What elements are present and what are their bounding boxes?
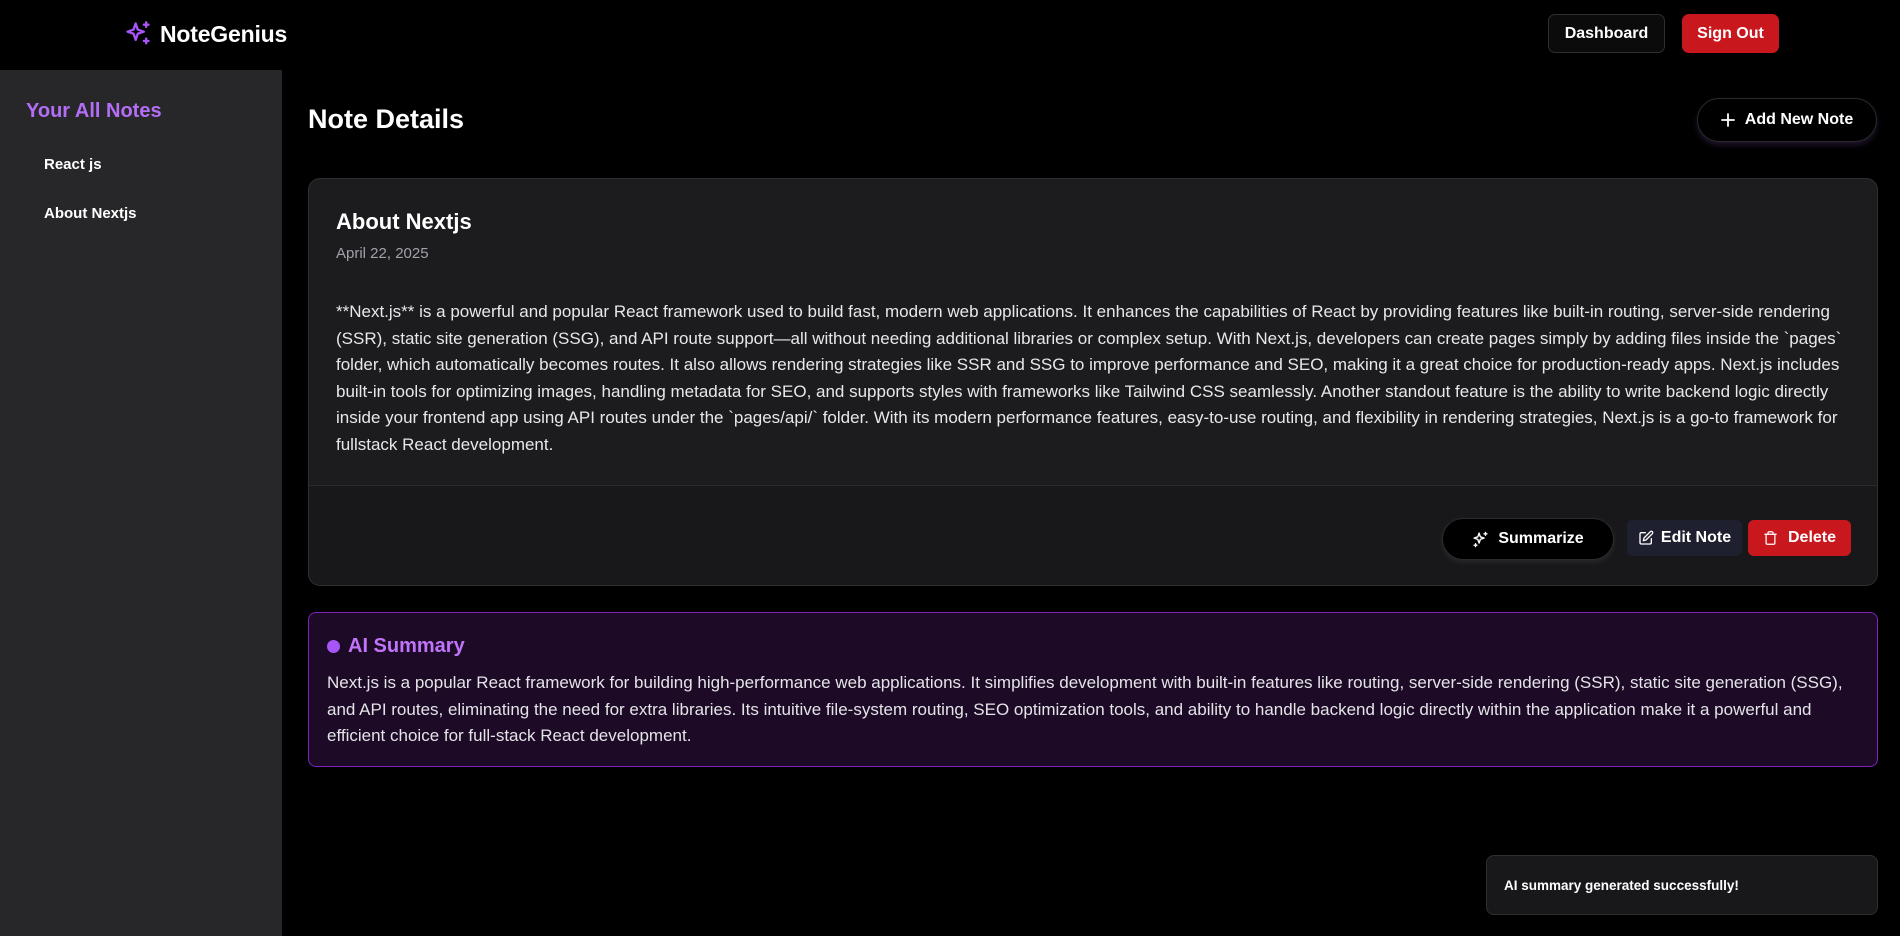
note-actions: Summarize Edit Note Delete (309, 485, 1877, 585)
ai-summary-card: AI Summary Next.js is a popular React fr… (308, 612, 1878, 767)
edit-note-button[interactable]: Edit Note (1627, 520, 1742, 556)
dashboard-button[interactable]: Dashboard (1548, 14, 1665, 53)
brand-logo[interactable]: NoteGenius (124, 18, 287, 50)
toast-message: AI summary generated successfully! (1504, 877, 1739, 893)
plus-icon (1720, 113, 1735, 127)
sidebar-item-about-nextjs[interactable]: About Nextjs (44, 205, 137, 222)
page-title: Note Details (308, 104, 465, 134)
edit-note-label: Edit Note (1660, 529, 1732, 546)
delete-label: Delete (1787, 529, 1837, 546)
summarize-label: Summarize (1498, 530, 1584, 547)
ai-summary-text: Next.js is a popular React framework for… (327, 673, 1843, 745)
toast-notification: AI summary generated successfully! (1486, 855, 1878, 915)
sidebar-item-react-js[interactable]: React js (44, 156, 102, 173)
note-title: About Nextjs (336, 209, 472, 234)
status-dot-icon (327, 640, 340, 653)
edit-icon (1638, 530, 1654, 546)
ai-summary-header: AI Summary (327, 635, 465, 658)
sign-out-button[interactable]: Sign Out (1682, 14, 1779, 53)
top-navbar: NoteGenius Dashboard Sign Out (0, 0, 1900, 70)
sidebar-title: Your All Notes (26, 100, 162, 122)
brand-name: NoteGenius (160, 20, 288, 47)
ai-summary-title: AI Summary (348, 635, 465, 657)
sidebar: Your All Notes React js About Nextjs (0, 70, 282, 936)
delete-button[interactable]: Delete (1748, 520, 1851, 556)
sparkles-icon (124, 20, 152, 48)
summarize-button[interactable]: Summarize (1442, 518, 1614, 560)
trash-icon (1763, 530, 1778, 546)
add-new-note-label: Add New Note (1744, 111, 1854, 128)
note-card: About Nextjs April 22, 2025 **Next.js** … (308, 178, 1878, 586)
note-content: **Next.js** is a powerful and popular Re… (336, 302, 1842, 454)
note-date: April 22, 2025 (336, 245, 429, 262)
sparkles-icon (1472, 531, 1489, 548)
add-new-note-button[interactable]: Add New Note (1697, 98, 1877, 142)
